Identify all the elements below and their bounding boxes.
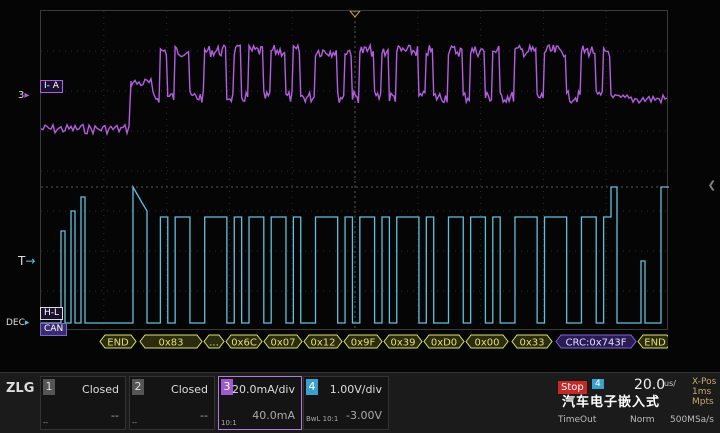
decode-frame-label: ... bbox=[209, 338, 219, 349]
dec-marker[interactable]: DEC▸ bbox=[6, 318, 29, 328]
decode-frame-label: 0xD0 bbox=[431, 338, 457, 349]
channel-1-panel[interactable]: 1 Closed -- -- bbox=[40, 376, 126, 430]
trigger-channel-badge[interactable]: 4 bbox=[592, 379, 604, 389]
decode-frame-label: END bbox=[107, 338, 129, 349]
decode-frame-label: 0x39 bbox=[390, 338, 415, 349]
memory-depth: Mpts bbox=[692, 397, 714, 407]
channel-2-status: Closed bbox=[171, 383, 208, 396]
channel-4-offset: -3.00V bbox=[346, 409, 382, 422]
decode-frame-label: END bbox=[644, 338, 666, 349]
trigger-mode[interactable]: Norm bbox=[630, 415, 655, 425]
channel-3-panel[interactable]: 3 20.0mA/div 40.0mA 10:1 bbox=[218, 376, 302, 430]
decode-frame-label: 0x83 bbox=[158, 338, 183, 349]
channel-3-offset: 40.0mA bbox=[252, 409, 295, 422]
ch3-current-trace bbox=[41, 42, 668, 137]
hl-label-box: H-L bbox=[40, 307, 64, 320]
channel-4-probe: BwL 10:1 bbox=[306, 415, 339, 423]
channel-3-scale: 20.0mA/div bbox=[232, 383, 295, 396]
channel-4-number: 4 bbox=[306, 379, 318, 395]
decode-frame-label: 0x00 bbox=[474, 338, 499, 349]
trigger-marker[interactable]: T→ bbox=[18, 254, 35, 268]
bottom-status-bar: ZLG 1 Closed -- -- 2 Closed -- -- 3 20.0… bbox=[0, 372, 720, 433]
trigger-type[interactable]: TimeOut bbox=[558, 415, 596, 425]
ch3-label-box: I- A bbox=[40, 80, 63, 93]
scope-display: 3▸ I- A T→ DEC▸ H-L CAN ❮ END 0x83... 0x6C… bbox=[0, 0, 720, 372]
xpos-readout[interactable]: X-Pos 1ms Mpts bbox=[692, 377, 716, 407]
ch3-marker[interactable]: 3▸ bbox=[18, 90, 29, 101]
waveform-plot bbox=[41, 11, 669, 331]
xpos-label: X-Pos bbox=[692, 377, 717, 387]
sample-rate: 500MSa/s bbox=[670, 415, 714, 425]
channel-2-probe: -- bbox=[132, 419, 138, 427]
channel-4-scale: 1.00V/div bbox=[329, 383, 382, 396]
decode-frame-label: 0x9F bbox=[351, 338, 376, 349]
channel-1-number: 1 bbox=[43, 379, 55, 395]
timebase-unit: us/ bbox=[664, 379, 676, 388]
xpos-value: 1ms bbox=[692, 387, 712, 397]
decode-bus-strip: END 0x83... 0x6C 0x07 0x12 0x9F 0x39 0xD0 0x00 0x… bbox=[99, 334, 668, 349]
channel-4-panel[interactable]: 4 1.00V/div -3.00V BwL 10:1 bbox=[303, 376, 389, 430]
logo-text: ZLG bbox=[6, 381, 35, 396]
channel-1-offset: -- bbox=[111, 409, 119, 422]
waveform-grid bbox=[40, 10, 669, 331]
watermark-text: 汽车电子嵌入式 bbox=[562, 395, 661, 410]
decode-frame-label: 0x07 bbox=[270, 338, 295, 349]
channel-2-number: 2 bbox=[132, 379, 144, 395]
decode-frame-label: 0x6C bbox=[231, 338, 257, 349]
dec-marker-label: DEC bbox=[6, 318, 25, 328]
channel-1-probe: -- bbox=[43, 419, 49, 427]
decode-frame-label: 0x12 bbox=[310, 338, 335, 349]
channel-2-panel[interactable]: 2 Closed -- -- bbox=[129, 376, 215, 430]
decode-frame-label: 0x33 bbox=[519, 338, 544, 349]
channel-3-probe: 10:1 bbox=[221, 419, 237, 427]
channel-2-offset: -- bbox=[200, 409, 208, 422]
zlg-logo: ZLG bbox=[6, 381, 36, 425]
channel-1-status: Closed bbox=[82, 383, 119, 396]
decode-frame-label: CRC:0x743F bbox=[566, 338, 627, 349]
panel-collapse-icon[interactable]: ❮ bbox=[708, 180, 716, 191]
